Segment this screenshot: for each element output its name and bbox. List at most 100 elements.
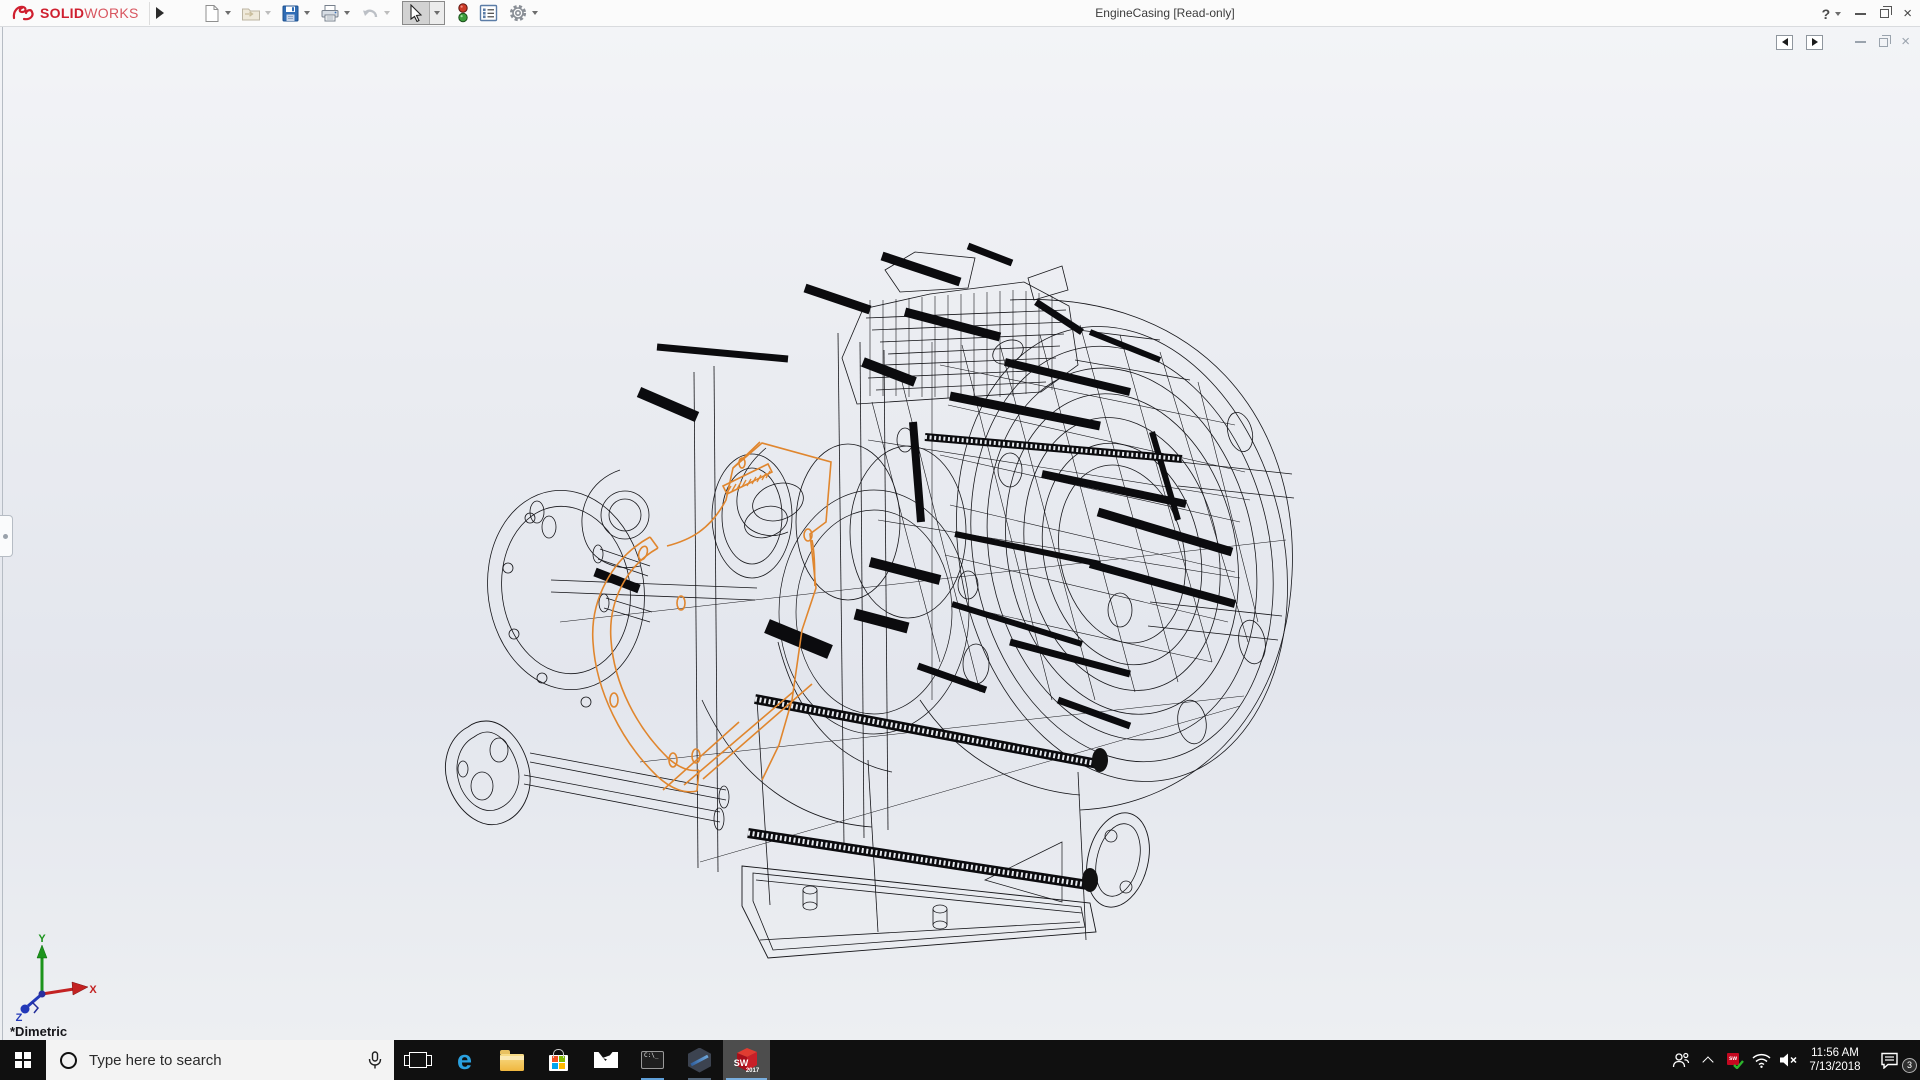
minimize-icon [1855,13,1866,15]
restore-icon [1880,9,1889,18]
axis-x-label: X [89,984,97,996]
pane-back-icon [1782,38,1788,46]
people-icon [1672,1052,1690,1068]
solidworks-tray-item[interactable]: sw [1721,1053,1748,1068]
taskbar-hexagon-app[interactable] [676,1040,723,1080]
solidworks-logo: SOLIDWORKS [0,0,149,27]
close-icon: × [1903,5,1912,22]
microphone-icon[interactable] [368,1051,382,1070]
wifi-icon [1752,1053,1771,1068]
restore-button[interactable] [1880,9,1889,18]
undo-caret[interactable] [384,11,390,15]
flyout-arrow-icon [156,7,164,19]
doc-restore-button[interactable] [1879,38,1888,47]
wifi-tray-item[interactable] [1748,1053,1775,1068]
select-tool[interactable] [402,1,445,25]
document-title: EngineCasing [Read-only] [1095,0,1234,27]
options-button[interactable] [504,1,542,25]
save-icon [281,4,300,23]
options-caret[interactable] [532,11,538,15]
pane-forward-button[interactable] [1806,35,1823,50]
sw-cube-year: 2017 [746,1068,760,1074]
solidworks-logo-icon [12,3,36,23]
edge-browser-icon: e [457,1047,472,1074]
select-arrow-icon[interactable] [403,2,429,24]
close-button[interactable]: × [1903,5,1912,23]
cortana-search-icon [60,1052,77,1069]
taskbar-edge[interactable]: e [441,1040,488,1080]
open-icon [241,4,261,22]
command-prompt-icon: C:\_ [641,1051,664,1069]
graphics-viewport[interactable]: × Y X Z *Dimetric [0,27,1920,1040]
save-caret[interactable] [304,11,310,15]
axis-y-label: Y [38,933,46,945]
print-caret[interactable] [344,11,350,15]
status-lights-icon [457,3,469,23]
print-button[interactable] [316,2,354,25]
pane-forward-icon [1812,38,1818,46]
taskbar-search[interactable] [46,1040,394,1080]
solidworks-2017-icon: SW 2017 [733,1046,760,1074]
start-button[interactable] [0,1040,46,1080]
search-input[interactable] [89,1052,368,1069]
clock-time: 11:56 AM [1811,1046,1859,1060]
brand-works: WORKS [84,5,138,21]
properties-button[interactable] [475,2,502,24]
taskbar-solidworks[interactable]: SW 2017 [723,1040,770,1080]
engine-casing-model[interactable] [0,27,1920,1040]
print-icon [320,4,340,23]
status-lights-button[interactable] [453,1,473,25]
action-center-icon [1880,1052,1899,1069]
properties-list-icon [479,4,498,22]
orientation-triad: Y X Z [12,930,98,1022]
taskbar-store[interactable] [535,1040,582,1080]
system-tray: sw [1667,1040,1920,1080]
minimize-button[interactable] [1855,13,1866,15]
help-icon: ? [1822,6,1831,22]
file-explorer-icon [500,1054,524,1071]
volume-muted-icon [1779,1052,1798,1068]
windows-logo-icon [15,1052,31,1068]
taskbar-file-explorer[interactable] [488,1040,535,1080]
new-document-icon [203,4,221,23]
taskbar-clock[interactable]: 11:56 AM 7/13/2018 [1802,1046,1868,1074]
doc-minimize-button[interactable] [1855,41,1866,43]
taskbar-command-prompt[interactable]: C:\_ [629,1040,676,1080]
doc-restore-icon [1879,38,1888,47]
mail-icon [594,1052,618,1068]
feature-panel-collapse-tab[interactable] [0,515,13,557]
tray-expand-button[interactable] [1694,1054,1721,1066]
save-button[interactable] [277,2,314,25]
taskbar-mail[interactable] [582,1040,629,1080]
axis-z-label: Z [16,1012,23,1022]
hexagon-app-icon [688,1048,711,1073]
undo-button[interactable] [356,2,394,24]
volume-tray-item[interactable] [1775,1052,1802,1068]
open-button[interactable] [237,2,275,24]
chevron-up-icon [1702,1056,1713,1067]
open-caret[interactable] [265,11,271,15]
title-bar: SOLIDWORKS [0,0,1920,27]
pane-back-button[interactable] [1776,35,1793,50]
solidworks-window: SOLIDWORKS [0,0,1920,1080]
help-button[interactable]: ? [1822,6,1842,22]
task-view-button[interactable] [394,1040,441,1080]
undo-icon [360,4,380,22]
select-tool-caret[interactable] [429,2,444,24]
brand-solid: SOLID [40,5,84,21]
help-caret[interactable] [1835,12,1841,16]
options-gear-icon [508,3,528,23]
doc-close-button[interactable]: × [1901,33,1910,51]
task-view-icon [409,1052,427,1068]
view-orientation-label: *Dimetric [10,1024,67,1039]
notification-badge: 3 [1902,1058,1917,1073]
menu-flyout-arrow[interactable] [149,2,171,25]
quick-toolbar [199,1,542,25]
new-document-button[interactable] [199,2,235,25]
action-center-button[interactable]: 3 [1868,1052,1910,1069]
people-button[interactable] [1667,1052,1694,1068]
document-window-controls: × [1776,33,1910,51]
new-document-caret[interactable] [225,11,231,15]
windows-taskbar: e C:\_ SW 2017 [0,1040,1920,1080]
doc-close-icon: × [1901,33,1910,50]
